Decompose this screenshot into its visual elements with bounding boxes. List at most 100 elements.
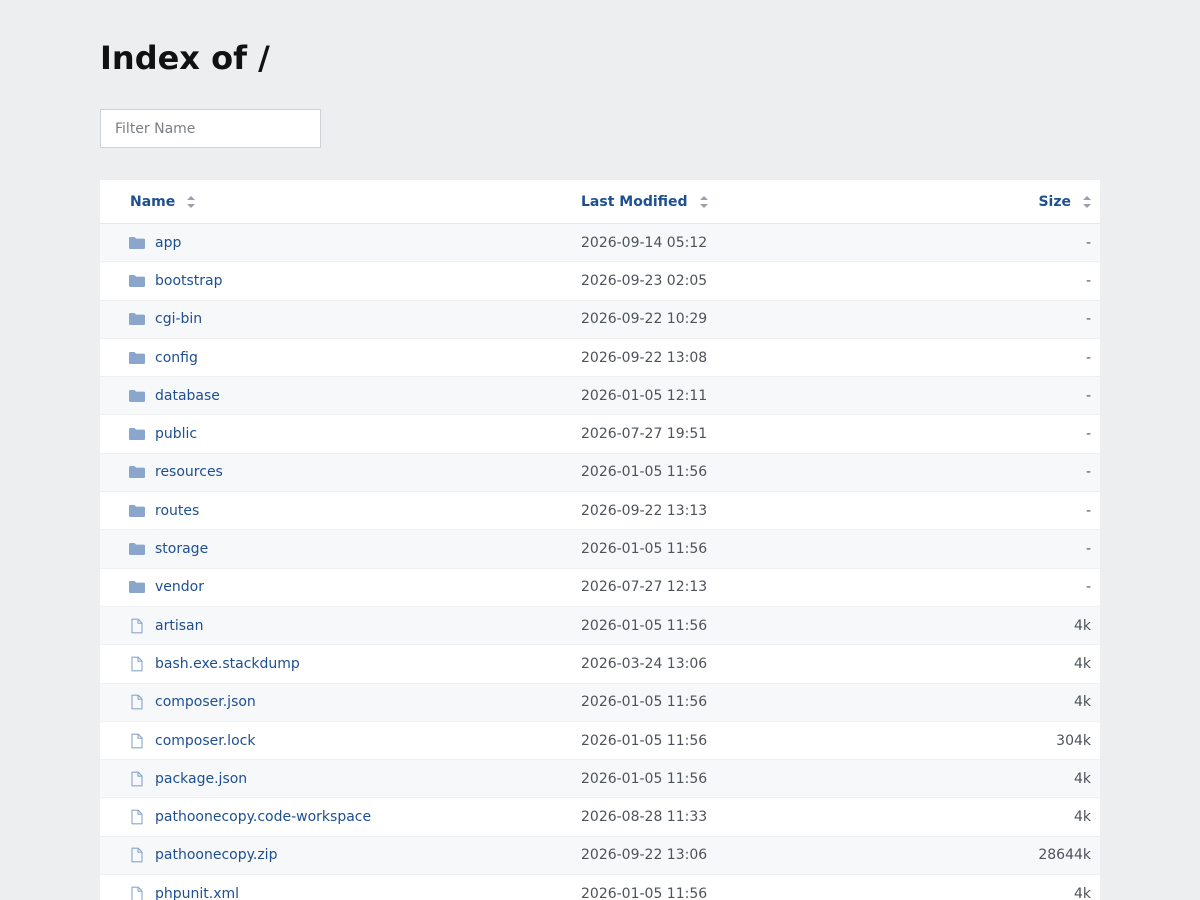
file-icon	[129, 618, 145, 634]
file-icon	[129, 656, 145, 672]
folder-icon	[129, 426, 145, 442]
filter-name-input[interactable]	[100, 109, 321, 148]
name-cell: phpunit.xml	[100, 886, 551, 900]
table-row: config 2026-09-22 13:08 -	[100, 338, 1100, 378]
size-cell: 4k	[1073, 885, 1091, 900]
sort-by-modified-header[interactable]: Last Modified	[551, 194, 991, 210]
modified-cell: 2026-09-22 13:08	[581, 349, 708, 366]
folder-icon	[129, 541, 145, 557]
name-cell: composer.json	[100, 694, 551, 710]
table-row: storage 2026-01-05 11:56 -	[100, 530, 1100, 569]
modified-cell: 2026-01-05 11:56	[581, 464, 708, 481]
modified-cell: 2026-07-27 19:51	[581, 426, 708, 443]
modified-cell: 2026-01-05 11:56	[581, 617, 708, 634]
file-icon	[129, 771, 145, 787]
file-icon	[129, 694, 145, 710]
file-link[interactable]: artisan	[155, 618, 203, 634]
name-cell: storage	[100, 541, 551, 557]
name-cell: composer.lock	[100, 733, 551, 749]
folder-link[interactable]: database	[155, 388, 220, 404]
table-row: pathoonecopy.code-workspace 2026-08-28 11…	[100, 798, 1100, 837]
table-row: composer.lock 2026-01-05 11:56 304k	[100, 721, 1100, 761]
name-cell: app	[100, 235, 551, 251]
modified-column-label: Last Modified	[581, 193, 688, 210]
modified-cell: 2026-03-24 13:06	[581, 655, 708, 672]
file-icon	[129, 809, 145, 825]
size-cell: -	[1085, 541, 1091, 558]
sort-by-size-header[interactable]: Size	[991, 194, 1100, 210]
modified-cell: 2026-01-05 11:56	[581, 885, 708, 900]
name-cell: artisan	[100, 618, 551, 634]
size-cell: -	[1085, 234, 1091, 251]
file-link[interactable]: phpunit.xml	[155, 886, 239, 900]
table-header: Name Last Modified Size	[100, 180, 1100, 224]
size-cell: 4k	[1073, 617, 1091, 634]
table-row: bash.exe.stackdump 2026-03-24 13:06 4k	[100, 645, 1100, 684]
size-cell: 4k	[1073, 809, 1091, 826]
name-cell: pathoonecopy.code-workspace	[100, 809, 551, 825]
table-row: cgi-bin 2026-09-22 10:29 -	[100, 300, 1100, 339]
table-body: app 2026-09-14 05:12 - bootstrap 2026-09-23 …	[100, 224, 1100, 900]
modified-cell: 2026-01-05 11:56	[581, 541, 708, 558]
size-cell: -	[1085, 349, 1091, 366]
file-icon	[129, 847, 145, 863]
folder-icon	[129, 388, 145, 404]
size-cell: 4k	[1073, 694, 1091, 711]
file-link[interactable]: pathoonecopy.zip	[155, 847, 277, 863]
size-cell: 4k	[1073, 655, 1091, 672]
modified-cell: 2026-01-05 11:56	[581, 732, 708, 749]
name-cell: vendor	[100, 579, 551, 595]
folder-link[interactable]: config	[155, 350, 198, 366]
name-cell: routes	[100, 503, 551, 519]
name-cell: database	[100, 388, 551, 404]
modified-cell: 2026-01-05 12:11	[581, 387, 708, 404]
table-row: routes 2026-09-22 13:13 -	[100, 492, 1100, 531]
size-cell: -	[1085, 387, 1091, 404]
size-cell: 28644k	[1038, 847, 1091, 864]
modified-cell: 2026-01-05 11:56	[581, 694, 708, 711]
file-link[interactable]: composer.json	[155, 694, 256, 710]
modified-cell: 2026-01-05 11:56	[581, 770, 708, 787]
table-row: bootstrap 2026-09-23 02:05 -	[100, 262, 1100, 301]
name-cell: cgi-bin	[100, 311, 551, 327]
file-link[interactable]: package.json	[155, 771, 247, 787]
name-cell: pathoonecopy.zip	[100, 847, 551, 863]
page-title: Index of /	[100, 39, 270, 77]
table-row: composer.json 2026-01-05 11:56 4k	[100, 683, 1100, 722]
folder-link[interactable]: storage	[155, 541, 208, 557]
folder-icon	[129, 273, 145, 289]
modified-cell: 2026-09-14 05:12	[581, 234, 708, 251]
folder-link[interactable]: resources	[155, 464, 223, 480]
size-cell: -	[1085, 426, 1091, 443]
table-row: vendor 2026-07-27 12:13 -	[100, 568, 1100, 607]
table-row: database 2026-01-05 12:11 -	[100, 377, 1100, 416]
modified-cell: 2026-09-22 13:13	[581, 502, 708, 519]
modified-cell: 2026-09-22 10:29	[581, 311, 708, 328]
file-link[interactable]: pathoonecopy.code-workspace	[155, 809, 371, 825]
folder-link[interactable]: cgi-bin	[155, 311, 202, 327]
folder-link[interactable]: routes	[155, 503, 199, 519]
file-listing-table: Name Last Modified Size app 2026-09-14 05…	[100, 180, 1100, 900]
file-icon	[129, 886, 145, 900]
modified-cell: 2026-08-28 11:33	[581, 809, 708, 826]
file-icon	[129, 733, 145, 749]
file-link[interactable]: bash.exe.stackdump	[155, 656, 300, 672]
folder-link[interactable]: bootstrap	[155, 273, 223, 289]
folder-icon	[129, 235, 145, 251]
folder-icon	[129, 579, 145, 595]
page-container: Index of / Name Last Modified Size app 20…	[100, 0, 1100, 900]
folder-link[interactable]: app	[155, 235, 181, 251]
sort-by-name-header[interactable]: Name	[100, 194, 551, 210]
folder-link[interactable]: vendor	[155, 579, 204, 595]
modified-cell: 2026-09-23 02:05	[581, 272, 708, 289]
name-cell: resources	[100, 464, 551, 480]
size-cell: 4k	[1073, 770, 1091, 787]
name-cell: bootstrap	[100, 273, 551, 289]
modified-cell: 2026-07-27 12:13	[581, 579, 708, 596]
folder-icon	[129, 503, 145, 519]
name-cell: package.json	[100, 771, 551, 787]
file-link[interactable]: composer.lock	[155, 733, 255, 749]
folder-link[interactable]: public	[155, 426, 197, 442]
size-cell: -	[1085, 311, 1091, 328]
folder-icon	[129, 464, 145, 480]
